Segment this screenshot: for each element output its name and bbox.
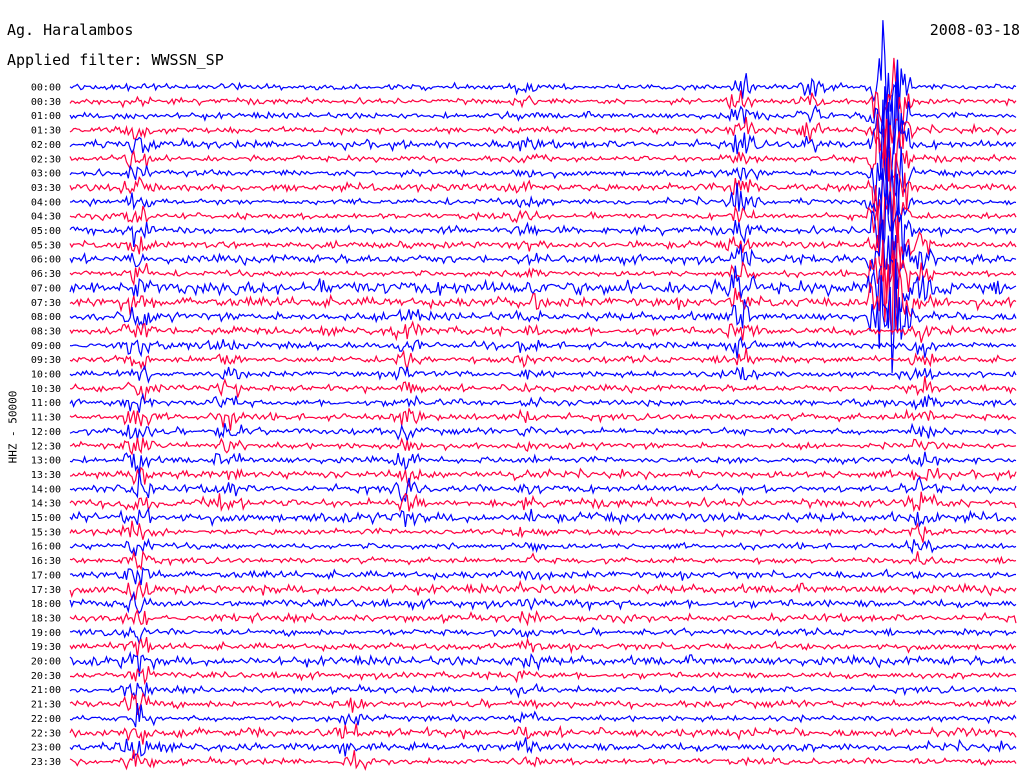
trace-line-red <box>69 114 1017 180</box>
trace-line-red <box>69 347 1017 372</box>
trace-line-blue <box>69 566 1016 586</box>
hour-label: 01:00 <box>31 111 61 122</box>
hour-label: 13:00 <box>31 456 61 467</box>
hour-label: 18:00 <box>31 599 61 610</box>
hour-label: 19:30 <box>31 642 61 653</box>
hour-label: 10:00 <box>31 370 61 381</box>
trace-line-blue <box>69 451 1017 473</box>
hour-label: 15:00 <box>31 513 61 524</box>
hour-label: 11:00 <box>31 398 61 409</box>
hour-label: 00:00 <box>31 83 61 94</box>
trace-line-red <box>69 666 1017 686</box>
hour-label: 07:00 <box>31 283 61 294</box>
trace-line-blue <box>69 364 1017 384</box>
hour-label: 14:30 <box>31 499 61 510</box>
hour-label: 05:30 <box>31 240 61 251</box>
trace-line-red <box>69 636 1017 658</box>
trace-line-red <box>69 466 1017 489</box>
trace-line-red <box>69 408 1017 431</box>
trace-line-red <box>69 550 1017 571</box>
trace-layer <box>69 20 1017 771</box>
trace-line-red <box>69 749 1017 771</box>
hour-label: 03:00 <box>31 169 61 180</box>
hour-label: 20:00 <box>31 657 61 668</box>
hour-label: 03:30 <box>31 183 61 194</box>
hour-label: 21:30 <box>31 700 61 711</box>
hour-label: 14:00 <box>31 484 61 495</box>
helicorder-plot: 00:00 00:30 01:00 01:30 02:00 02:30 03:00 03:30… <box>31 20 1017 771</box>
hour-label: 04:30 <box>31 212 61 223</box>
trace-line-blue <box>69 392 1017 413</box>
hour-label: 18:30 <box>31 613 61 624</box>
hour-label: 01:30 <box>31 126 61 137</box>
hour-label: 22:30 <box>31 728 61 739</box>
trace-line-red <box>69 723 1017 745</box>
hour-label: 19:00 <box>31 628 61 639</box>
trace-line-red <box>69 376 1017 403</box>
hour-label: 23:30 <box>31 757 61 768</box>
hour-label: 02:30 <box>31 154 61 165</box>
hour-label: 09:30 <box>31 355 61 366</box>
trace-line-red <box>69 491 1017 513</box>
hour-label: 10:30 <box>31 384 61 395</box>
hour-label: 08:00 <box>31 312 61 323</box>
hour-label: 02:00 <box>31 140 61 151</box>
hour-label: 16:30 <box>31 556 61 567</box>
hour-label: 12:00 <box>31 427 61 438</box>
hour-label: 23:00 <box>31 743 61 754</box>
hour-label: 06:30 <box>31 269 61 280</box>
trace-line-red <box>69 320 1017 343</box>
trace-line-blue <box>69 537 1017 557</box>
hour-label: 21:00 <box>31 685 61 696</box>
hour-label: 15:30 <box>31 527 61 538</box>
hour-label: 06:00 <box>31 255 61 266</box>
hour-label: 05:00 <box>31 226 61 237</box>
trace-line-red <box>69 579 1017 602</box>
trace-line-blue <box>69 625 1017 645</box>
trace-line-blue <box>69 682 1017 700</box>
trace-line-blue <box>69 737 1017 759</box>
trace-line-blue <box>69 506 1017 528</box>
hour-label: 17:30 <box>31 585 61 596</box>
hour-label: 00:30 <box>31 97 61 108</box>
trace-line-blue <box>69 20 1017 112</box>
hour-label: 11:30 <box>31 413 61 424</box>
hour-label: 13:30 <box>31 470 61 481</box>
hour-labels: 00:00 00:30 01:00 01:30 02:00 02:30 03:00 03:30… <box>31 83 61 768</box>
hour-label: 12:30 <box>31 441 61 452</box>
trace-line-blue <box>69 703 1017 728</box>
hour-label: 22:00 <box>31 714 61 725</box>
trace-line-red <box>69 437 1017 456</box>
hour-label: 07:30 <box>31 298 61 309</box>
trace-line-blue <box>69 422 1017 443</box>
trace-line-red <box>69 608 1017 627</box>
hour-label: 04:00 <box>31 197 61 208</box>
hour-label: 08:30 <box>31 326 61 337</box>
hour-label: 16:00 <box>31 542 61 553</box>
trace-line-blue <box>69 590 1017 614</box>
trace-line-blue <box>69 168 1017 232</box>
hour-label: 20:30 <box>31 671 61 682</box>
trace-line-red <box>69 137 1017 221</box>
hour-label: 17:00 <box>31 570 61 581</box>
trace-line-blue <box>69 336 1017 359</box>
trace-line-red <box>69 691 1017 715</box>
hour-label: 09:00 <box>31 341 61 352</box>
